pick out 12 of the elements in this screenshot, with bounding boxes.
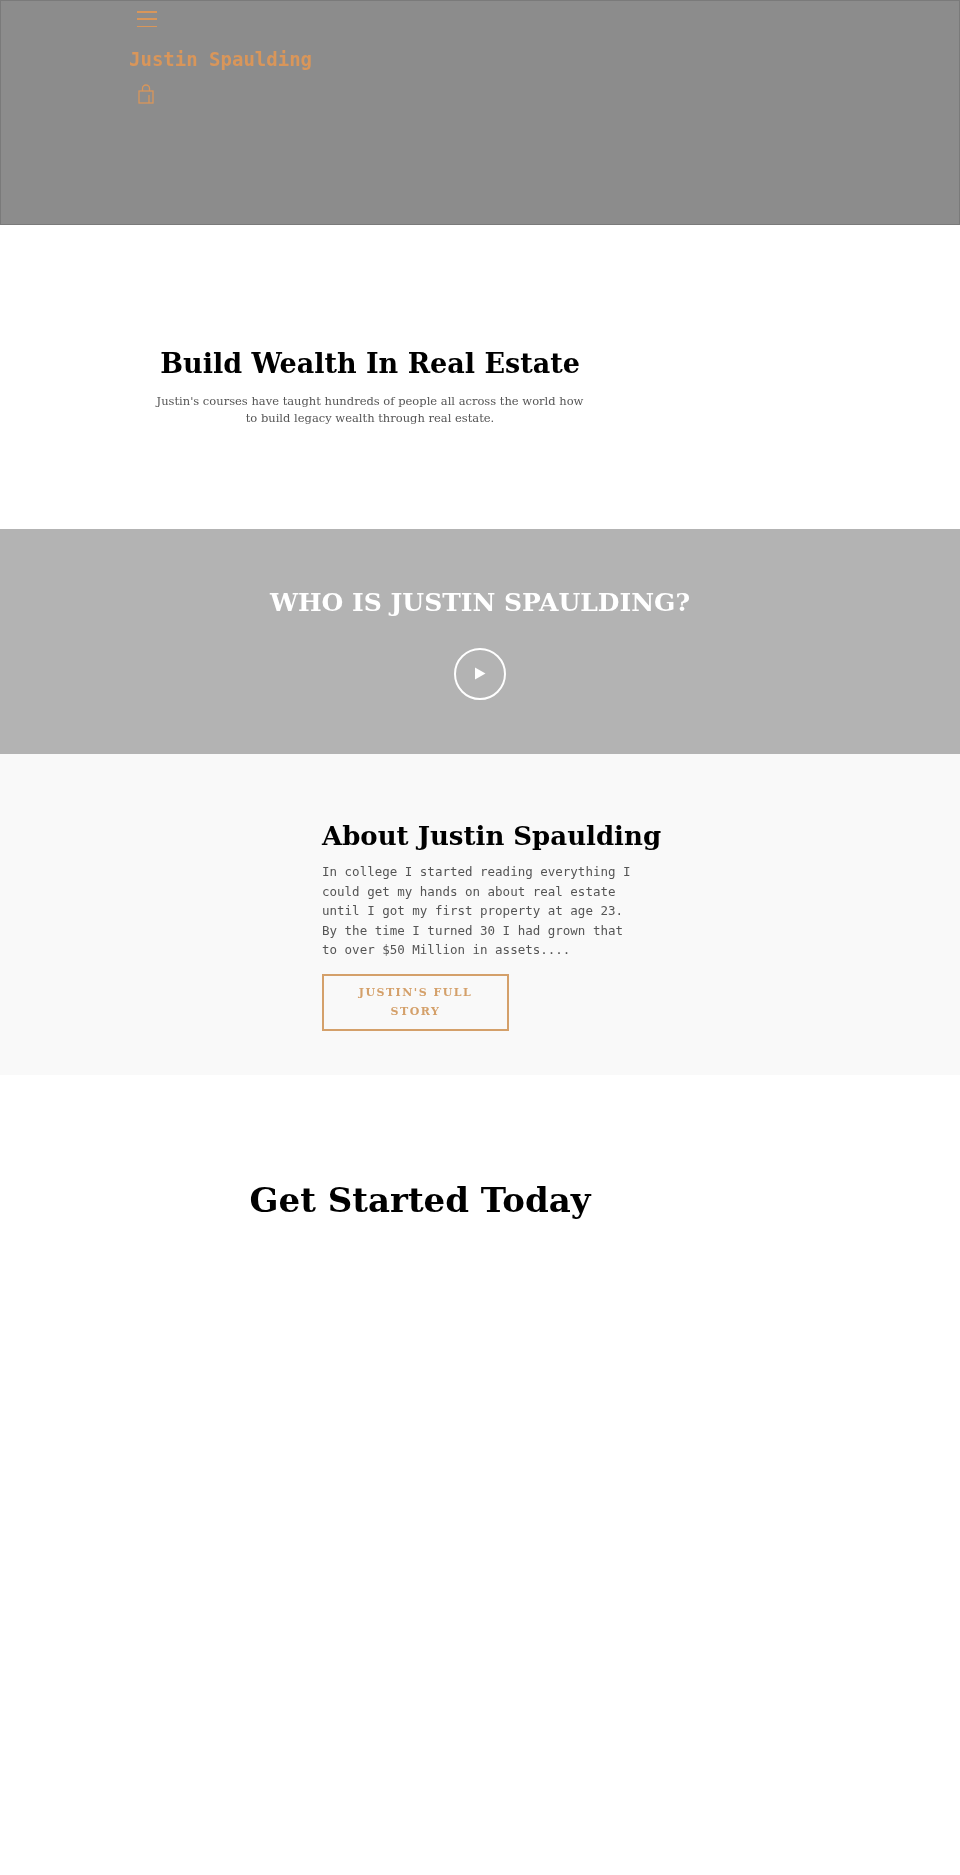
- shopping-bag-icon[interactable]: [138, 83, 154, 104]
- get-started-heading: Get Started Today: [249, 1179, 591, 1222]
- hero-heading: Build Wealth In Real Estate: [160, 347, 580, 381]
- full-story-button[interactable]: JUSTIN'S FULL STORY: [322, 973, 509, 1031]
- site-logo[interactable]: Justin Spaulding: [129, 45, 313, 74]
- play-button[interactable]: [454, 647, 506, 700]
- about-heading: About Justin Spaulding: [322, 820, 662, 853]
- play-icon: [474, 667, 486, 680]
- video-heading: WHO IS JUSTIN SPAULDING?: [269, 587, 691, 619]
- menu-icon[interactable]: [137, 11, 157, 27]
- hero-description: Justin's courses have taught hundreds of people all across the world how to build legacy wealth through real estate.: [154, 392, 585, 427]
- about-paragraph: In college I started reading everything I could get my hands on about real estate until I got my first property at age 23. By the time I turned 30 I had grown that to over $50 Million in assets....: [322, 863, 632, 959]
